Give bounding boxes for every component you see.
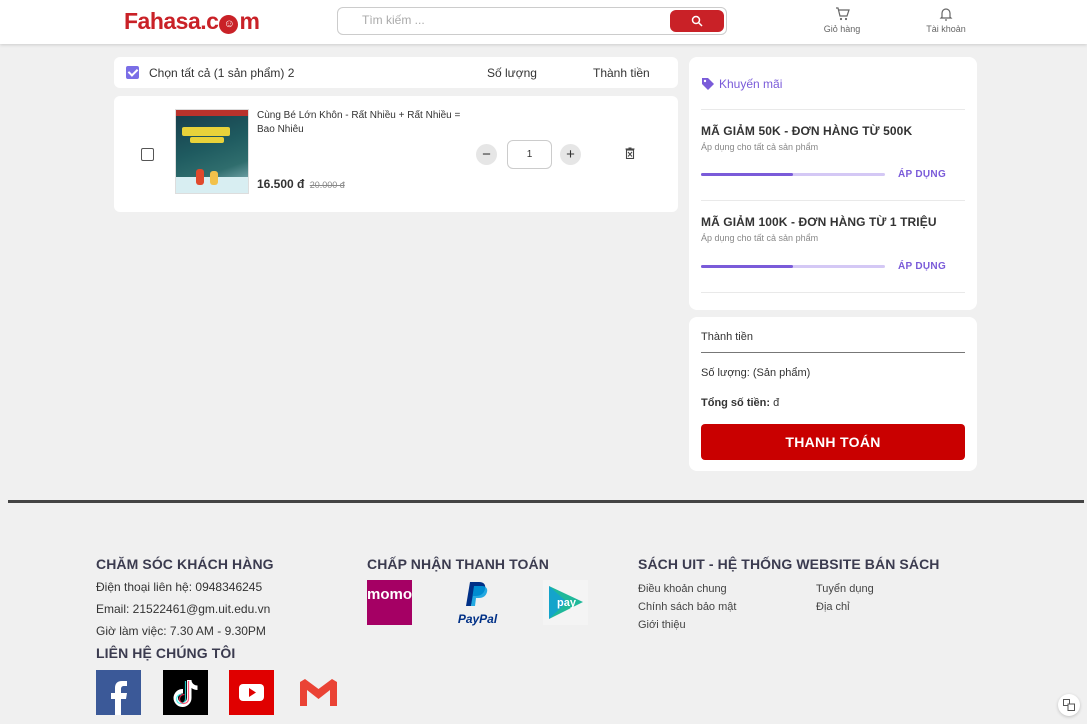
product-price: 16.500 đ 20.000 đ (257, 177, 345, 191)
search-button[interactable] (670, 10, 724, 32)
footer-link-privacy[interactable]: Chính sách bảo mật (638, 601, 736, 613)
coupon-name: MÃ GIẢM 100K - ĐƠN HÀNG TỪ 1 TRIỆU (701, 215, 937, 229)
quantity-column-header: Số lượng (487, 66, 537, 80)
logo-text: Fahasa.c (124, 8, 219, 34)
search-icon (691, 15, 703, 27)
coupon-progress-fill (701, 265, 793, 268)
contact-phone: Điện thoại liên hệ: 0948346245 (96, 580, 263, 594)
coupon-description: Áp dụng cho tất cả sản phẩm (701, 233, 819, 243)
quantity-summary: Số lượng: (Sản phẩm) (701, 367, 811, 379)
payment-methods-title: CHẤP NHẬN THANH TOÁN (367, 556, 549, 572)
coupon-progress-bar (701, 173, 885, 176)
total-value: đ (773, 397, 780, 409)
momo-logo: momo (367, 580, 412, 625)
cart-icon (836, 7, 850, 21)
coupon-description: Áp dụng cho tất cả sản phẩm (701, 142, 819, 152)
quantity-input[interactable]: 1 (507, 140, 552, 169)
apply-coupon-button[interactable]: ÁP DỤNG (898, 261, 946, 272)
promo-panel: Khuyến mãi MÃ GIẢM 50K - ĐƠN HÀNG TỪ 500… (689, 57, 977, 310)
zalopay-logo: pay (543, 580, 588, 625)
pay-text: pay (557, 597, 576, 609)
product-thumbnail[interactable] (175, 109, 249, 194)
promo-title-text: Khuyến mãi (719, 77, 783, 91)
footer-link-address[interactable]: Địa chỉ (816, 601, 850, 613)
total-column-header: Thành tiền (593, 66, 650, 80)
contact-email: Email: 21522461@gm.uit.edu.vn (96, 602, 271, 616)
youtube-icon[interactable] (229, 670, 274, 715)
apply-coupon-button[interactable]: ÁP DỤNG (898, 169, 946, 180)
customer-care-title: CHĂM SÓC KHÁCH HÀNG (96, 556, 274, 572)
facebook-icon[interactable] (96, 670, 141, 715)
working-hours: Giờ làm việc: 7.30 AM - 9.30PM (96, 624, 266, 638)
search-input[interactable] (362, 13, 662, 27)
cart-item-row: Cùng Bé Lớn Khôn - Rất Nhiều + Rất Nhiều… (114, 96, 678, 212)
momo-text: momo (367, 586, 412, 603)
coupon-name: MÃ GIẢM 50K - ĐƠN HÀNG TỪ 500K (701, 124, 913, 138)
old-price: 20.000 đ (309, 180, 345, 190)
account-nav-label: Tài khoản (926, 24, 966, 34)
total-summary: Tổng số tiền: đ (701, 397, 779, 409)
subtotal-label: Thành tiền (701, 331, 753, 343)
footer-link-careers[interactable]: Tuyển dụng (816, 583, 874, 595)
contact-us-title: LIÊN HỆ CHÚNG TÔI (96, 645, 236, 661)
current-price: 16.500 đ (257, 177, 305, 191)
decrease-quantity-button[interactable]: − (476, 144, 497, 165)
translate-icon[interactable] (1058, 694, 1080, 716)
divider (701, 200, 965, 201)
order-summary-panel: Thành tiền Số lượng: (Sản phẩm) Tổng số … (689, 317, 977, 471)
cart-nav-label: Giỏ hàng (823, 24, 861, 34)
item-checkbox[interactable] (141, 148, 154, 161)
gmail-icon[interactable] (296, 670, 341, 715)
divider (701, 352, 965, 353)
footer-link-about[interactable]: Giới thiệu (638, 619, 686, 631)
logo-tail: m (239, 8, 260, 34)
search-box (337, 7, 727, 35)
paypal-text: PayPal (457, 612, 498, 626)
logo-o: ☺ (219, 15, 239, 34)
increase-quantity-button[interactable]: + (560, 144, 581, 165)
coupon-progress-fill (701, 173, 793, 176)
cart-nav[interactable]: Giỏ hàng (812, 6, 872, 34)
paypal-logo: PayPal (455, 580, 500, 626)
trash-icon[interactable] (625, 147, 635, 159)
tag-icon (702, 78, 714, 90)
divider (701, 292, 965, 293)
fahasa-logo[interactable]: Fahasa.c ☺ m (124, 8, 260, 35)
cart-header-row: Chọn tất cả (1 sản phẩm) 2 Số lượng Thàn… (114, 57, 678, 88)
product-name[interactable]: Cùng Bé Lớn Khôn - Rất Nhiều + Rất Nhiều… (257, 109, 477, 137)
coupon-progress-bar (701, 265, 885, 268)
bell-icon (939, 8, 953, 21)
promo-title: Khuyến mãi (701, 77, 782, 91)
paypal-icon (466, 582, 488, 606)
tiktok-icon[interactable] (163, 670, 208, 715)
footer-link-terms[interactable]: Điều khoản chung (638, 583, 727, 595)
checkout-button[interactable]: THANH TOÁN (701, 424, 965, 460)
site-title: SÁCH UIT - HỆ THỐNG WEBSITE BÁN SÁCH (638, 556, 940, 572)
select-all-checkbox[interactable] (126, 66, 139, 79)
total-label: Tổng số tiền: (701, 397, 771, 409)
account-nav[interactable]: Tài khoản (916, 6, 976, 34)
footer-divider (8, 500, 1084, 503)
select-all-label: Chọn tất cả (1 sản phẩm) 2 (149, 66, 295, 80)
top-header: Fahasa.c☺m Giỏ hàng Tài khoản (0, 0, 1087, 44)
divider (701, 109, 965, 110)
